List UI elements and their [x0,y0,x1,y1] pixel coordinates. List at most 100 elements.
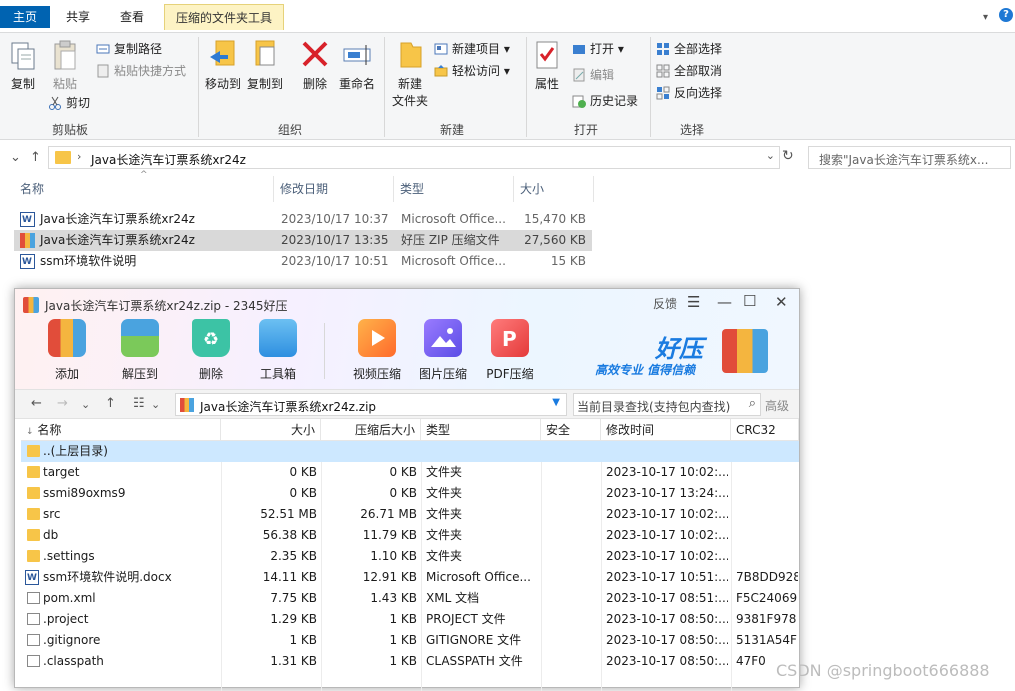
archive-row[interactable]: ssm环境软件说明.docx 14.11 KB 12.91 KB Microsoft … [21,567,799,589]
archive-search-input[interactable]: 当前目录查找(支持包内查找) ⌕ [573,393,761,416]
easy-access-button[interactable]: 轻松访问 ▾ [434,61,510,81]
close-icon[interactable]: ✕ [775,293,788,311]
up-arrow-icon[interactable]: ↑ [30,150,41,165]
image-compress-button[interactable]: 图片压缩 [413,319,473,382]
view-mode-icon[interactable]: ☷ [133,396,145,411]
column-security[interactable]: 安全 [541,419,601,441]
tab-view[interactable]: 查看 [112,6,152,28]
video-compress-label: 视频压缩 [352,367,401,381]
archive-row[interactable]: .settings 2.35 KB 1.10 KB 文件夹 2023-10-17 10:… [21,546,799,567]
word-doc-icon [20,210,35,231]
up-folder-icon[interactable]: ↑ [105,396,116,411]
toolbox-button[interactable]: 工具箱 [248,319,308,382]
back-arrow-icon[interactable]: ← [31,396,42,411]
archive-row[interactable]: target 0 KB 0 KB 文件夹 2023-10-17 10:02:... [21,462,799,483]
cell-mtime: 2023-10-17 08:50:... [606,612,728,626]
file-row[interactable]: ssm环境软件说明 2023/10/17 10:51 Microsoft Off… [14,251,592,273]
column-crc32[interactable]: CRC32 [731,419,799,441]
breadcrumb-chevron-icon[interactable]: › [77,150,81,163]
paste-shortcut-button[interactable]: 粘贴快捷方式 [96,61,186,81]
forward-arrow-icon[interactable]: → [57,396,68,411]
column-packed-size[interactable]: 压缩后大小 [321,419,421,441]
refresh-icon[interactable]: ↻ [782,148,794,164]
ribbon-collapse-icon[interactable]: ▾ [983,12,988,23]
cell-mtime: 2023-10-17 08:51:... [606,591,728,605]
move-to-button[interactable]: 移动到 [203,39,243,92]
feedback-button[interactable]: 反馈 [653,295,677,312]
pdf-compress-label: PDF压缩 [486,367,534,381]
tab-share[interactable]: 共享 [58,6,98,28]
search-input[interactable]: 搜索"Java长途汽车订票系统x... [808,146,1011,169]
haozip-delete-button[interactable]: ♻ 删除 [181,319,241,382]
cell-crc: 9381F978 [736,612,797,626]
archive-row[interactable]: .project 1.29 KB 1 KB PROJECT 文件 2023-10-17 … [21,609,799,630]
address-bar[interactable]: › Java长途汽车订票系统xr24z ⌄ [48,146,780,169]
search-icon[interactable]: ⌕ [749,396,756,411]
archive-row[interactable]: ssmi89oxms9 0 KB 0 KB 文件夹 2023-10-17 13:24:.… [21,483,799,504]
path-dropdown-icon[interactable]: ▼ [552,397,560,408]
new-folder-button[interactable]: 新建 文件夹 [388,39,432,109]
archive-row[interactable]: .classpath 1.31 KB 1 KB CLASSPATH 文件 2023-10… [21,651,799,672]
file-type: Microsoft Office... [401,212,506,226]
archive-row[interactable]: .gitignore 1 KB 1 KB GITIGNORE 文件 2023-10-17… [21,630,799,651]
column-name[interactable]: 名称 [14,176,274,202]
properties-button[interactable]: 属性 [530,39,564,92]
open-button[interactable]: 打开 ▾ [572,39,624,59]
add-button[interactable]: 添加 [37,319,97,382]
history-label: 历史记录 [590,94,639,108]
select-none-button[interactable]: 全部取消 [656,61,722,81]
column-size[interactable]: 大小 [514,176,594,202]
address-dropdown-icon[interactable]: ⌄ [766,149,775,162]
archive-search-placeholder: 当前目录查找(支持包内查找) [577,400,731,414]
video-compress-button[interactable]: 视频压缩 [347,319,407,382]
file-row[interactable]: Java长途汽车订票系统xr24z 2023/10/17 10:37 Micro… [14,209,592,231]
archive-row[interactable]: db 56.38 KB 11.79 KB 文件夹 2023-10-17 10:02:..… [21,525,799,546]
view-mode-dropdown-icon[interactable]: ⌄ [151,398,160,411]
invert-selection-button[interactable]: 反向选择 [656,83,722,103]
cell-size: 1 KB [289,633,317,647]
minimize-icon[interactable]: — [717,293,732,311]
pdf-compress-button[interactable]: P PDF压缩 [480,319,540,382]
history-button[interactable]: 历史记录 [572,91,638,111]
cut-button[interactable]: 剪切 [48,93,90,113]
column-type[interactable]: 类型 [421,419,541,441]
rename-button[interactable]: 重命名 [337,39,377,92]
new-item-button[interactable]: 新建项目 ▾ [434,39,510,59]
advanced-search-link[interactable]: 高级 [765,397,789,414]
extract-button[interactable]: 解压到 [110,319,170,382]
tab-home[interactable]: 主页 [0,6,50,28]
parent-directory-row[interactable]: ..(上层目录) [21,441,799,462]
copy-button[interactable]: 复制 [6,39,40,92]
new-folder-icon [395,39,425,71]
column-size[interactable]: 大小 [221,419,321,441]
back-icon[interactable]: ⌄ [10,150,21,165]
archive-row[interactable]: pom.xml 7.75 KB 1.43 KB XML 文档 2023-10-17 08… [21,588,799,609]
file-row-selected[interactable]: Java长途汽车订票系统xr24z 2023/10/17 13:35 好压 ZI… [14,230,592,251]
help-icon[interactable]: ? [999,8,1013,22]
edit-button[interactable]: 编辑 [572,65,614,85]
tab-compressed-folder-tools[interactable]: 压缩的文件夹工具 [164,4,284,30]
archive-path-bar[interactable]: Java长途汽车订票系统xr24z.zip ▼ [175,393,567,416]
paste-button[interactable]: 粘贴 [48,39,82,92]
archive-row[interactable]: src 52.51 MB 26.71 MB 文件夹 2023-10-17 10:02:.… [21,504,799,525]
history-dropdown-icon[interactable]: ⌄ [81,398,90,411]
select-all-button[interactable]: 全部选择 [656,39,722,59]
copy-to-button[interactable]: 复制到 [245,39,285,92]
file-type: Microsoft Office... [401,254,506,268]
cell-mtime: 2023-10-17 10:02:... [606,507,728,521]
copy-path-button[interactable]: 复制路径 [96,39,162,59]
haozip-toolbar-area: Java长途汽车订票系统xr24z.zip - 2345好压 反馈 ☰ — ☐ … [15,289,799,389]
folder-icon [27,529,40,541]
new-group-label: 新建 [439,123,464,137]
menu-icon[interactable]: ☰ [687,293,700,311]
column-modified[interactable]: 修改时间 [601,419,731,441]
column-date[interactable]: 修改日期 [274,176,394,202]
column-type[interactable]: 类型 [394,176,514,202]
column-name[interactable]: ↓ 名称 [21,419,221,441]
delete-button[interactable]: 删除 [298,39,332,92]
maximize-icon[interactable]: ☐ [743,292,756,310]
cell-mtime: 2023-10-17 08:50:... [606,633,728,647]
file-type: 好压 ZIP 压缩文件 [401,233,500,247]
cell-type: Microsoft Office... [426,570,531,584]
move-to-label: 移动到 [204,77,241,91]
